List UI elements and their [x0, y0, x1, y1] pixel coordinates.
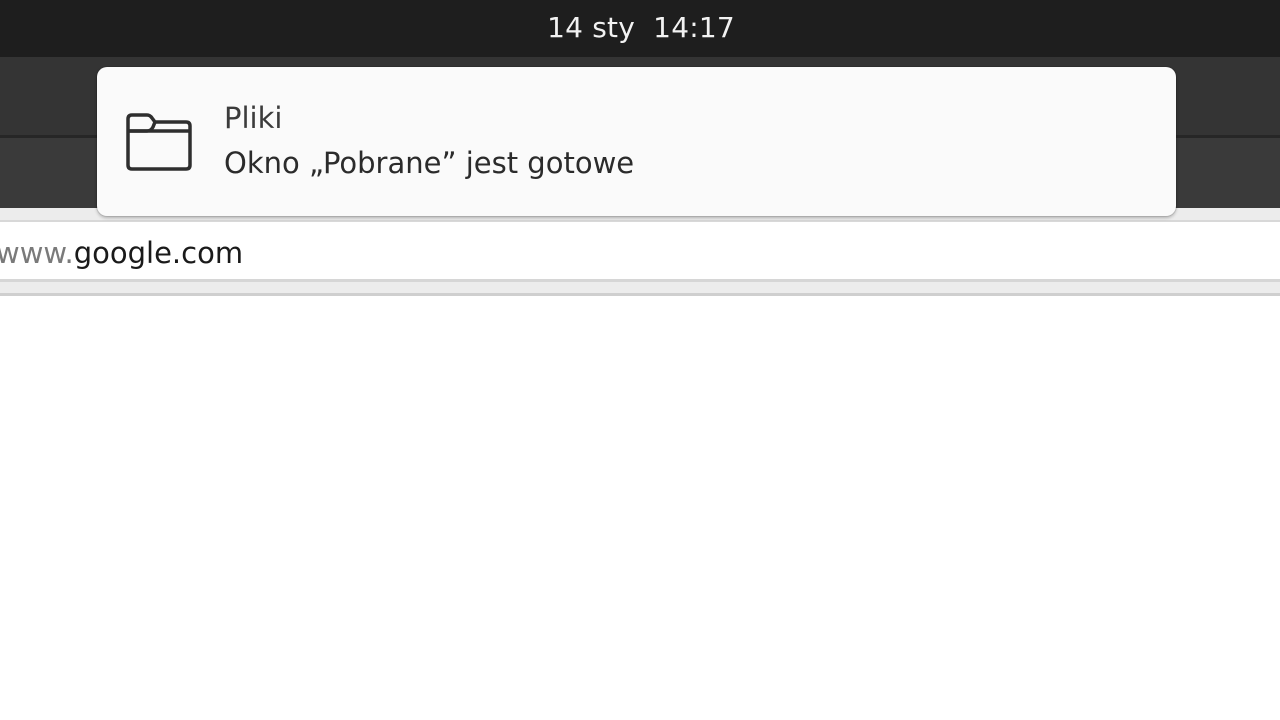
url-text[interactable]: www.google.com: [0, 236, 243, 270]
notification-banner[interactable]: Pliki Okno „Pobrane” jest gotowe: [97, 67, 1176, 216]
url-domain: google.com: [73, 236, 244, 270]
address-bar-area: www.google.com: [0, 208, 1280, 298]
notification-message: Okno „Pobrane” jest gotowe: [224, 146, 635, 180]
folder-icon: [126, 113, 192, 171]
notification-app-name: Pliki: [224, 101, 283, 135]
page-content: [0, 296, 1280, 720]
url-prefix: www.: [0, 236, 74, 270]
top-bar: 14 sty 14:17: [0, 0, 1280, 57]
clock[interactable]: 14 sty 14:17: [547, 11, 735, 44]
address-bar[interactable]: www.google.com: [0, 220, 1280, 282]
